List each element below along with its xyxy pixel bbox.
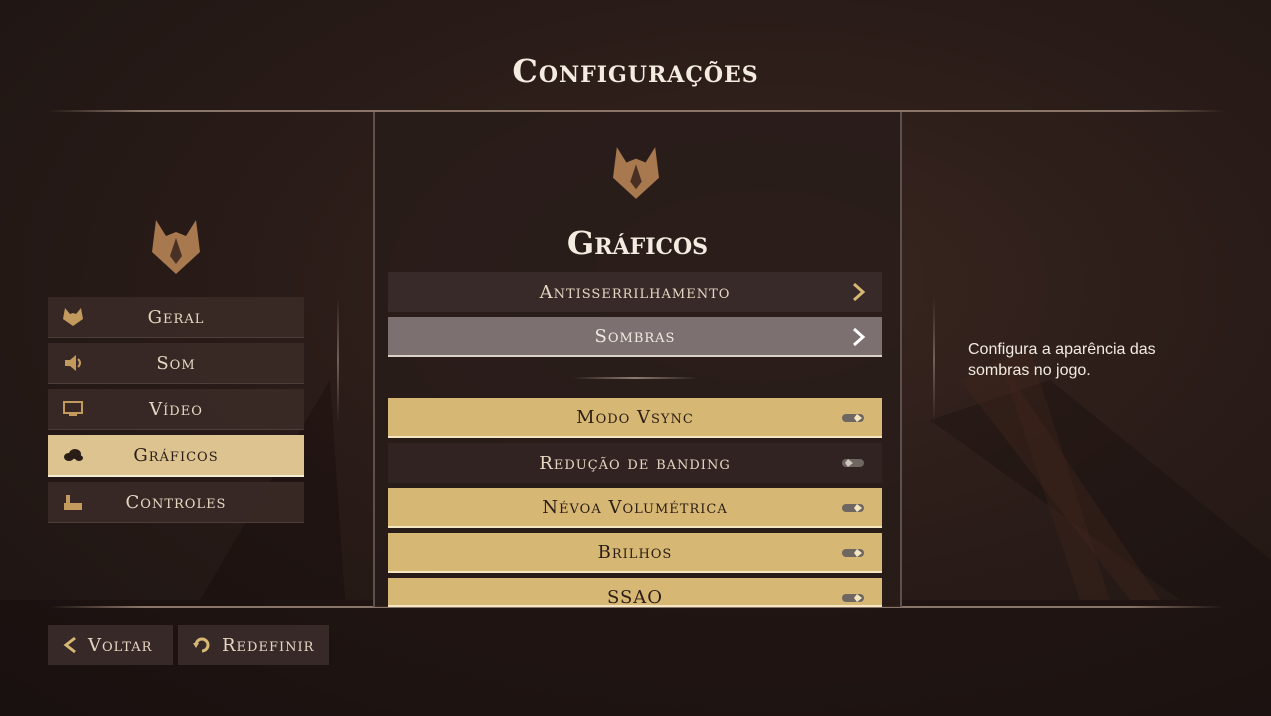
submenu-label: Antisserrilhamento (539, 281, 731, 303)
submenu-label: Sombras (594, 325, 676, 347)
sidebar-item-video[interactable]: Vídeo (48, 389, 304, 430)
sidebar-item-graficos[interactable]: Gráficos (48, 435, 304, 477)
chevron-right-icon (853, 327, 866, 347)
section-divider (573, 377, 697, 379)
banding-toggle-row[interactable]: Redução de banding (388, 443, 882, 483)
toggle-label: Névoa Volumétrica (542, 496, 728, 518)
toggle-on-icon[interactable] (842, 593, 866, 603)
volumetric-fog-toggle-row[interactable]: Névoa Volumétrica (388, 488, 882, 528)
toggle-on-icon[interactable] (842, 548, 866, 558)
sidebar-item-label: Controles (125, 491, 227, 513)
left-separator (337, 297, 339, 422)
section-title: Gráficos (566, 224, 709, 262)
sidebar-item-som[interactable]: Som (48, 343, 304, 384)
chevron-left-icon (63, 636, 76, 654)
toggle-label: Brilhos (597, 541, 673, 563)
shadows-submenu[interactable]: Sombras (388, 317, 882, 357)
toggle-label: SSAO (606, 587, 664, 607)
antialiasing-submenu[interactable]: Antisserrilhamento (388, 272, 882, 312)
sidebar-item-label: Som (156, 352, 196, 374)
toggle-on-icon[interactable] (842, 413, 866, 423)
toggle-label: Modo Vsync (576, 406, 694, 428)
toggle-off-icon[interactable] (842, 458, 866, 468)
setting-description: Configura a aparência das sombras no jog… (968, 341, 1156, 379)
monitor-icon (63, 401, 83, 416)
speaker-icon (65, 355, 81, 371)
sidebar-item-geral[interactable]: Geral (48, 297, 304, 338)
reset-icon (193, 637, 210, 653)
sidebar-item-label: Geral (147, 306, 205, 328)
fox-emblem-icon (152, 220, 200, 274)
bloom-toggle-row[interactable]: Brilhos (388, 533, 882, 573)
toggle-on-icon[interactable] (842, 503, 866, 513)
chevron-right-icon (853, 282, 866, 302)
hand-icon (64, 495, 82, 510)
fox-emblem-icon (613, 147, 659, 199)
vsync-toggle-row[interactable]: Modo Vsync (388, 398, 882, 438)
reset-button[interactable]: Redefinir (178, 625, 329, 665)
cloud-icon (64, 449, 83, 461)
ssao-toggle-row[interactable]: SSAO (388, 578, 882, 607)
right-separator (933, 297, 935, 422)
reset-label: Redefinir (222, 634, 315, 656)
toggle-label: Redução de banding (539, 452, 731, 474)
sidebar-item-label: Gráficos (133, 444, 219, 466)
sidebar-item-label: Vídeo (149, 398, 203, 420)
page-title: Configurações (512, 52, 759, 90)
fox-icon (63, 308, 83, 326)
sidebar: Geral Som Vídeo Gráficos Controles (48, 297, 304, 528)
back-label: Voltar (88, 634, 153, 656)
back-button[interactable]: Voltar (48, 625, 173, 665)
sidebar-item-controles[interactable]: Controles (48, 482, 304, 523)
